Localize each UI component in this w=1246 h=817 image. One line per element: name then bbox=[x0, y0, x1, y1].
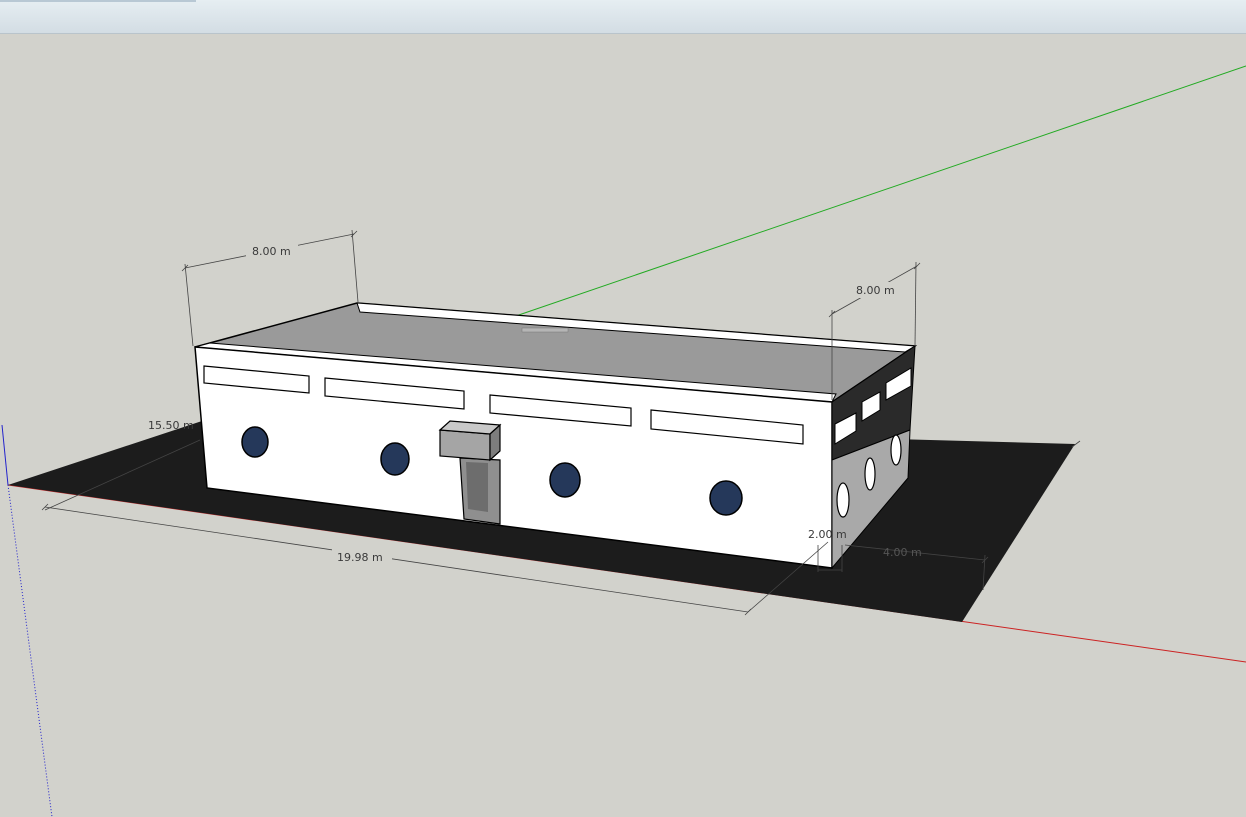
model-viewport[interactable]: 8.00 m 8.00 m 15.50 m 19.98 m 2.00 m 4.0… bbox=[0, 0, 1246, 817]
side-round-window-1[interactable] bbox=[836, 482, 850, 518]
side-round-window-2[interactable] bbox=[864, 457, 876, 491]
dimension-label-top-left: 8.00 m bbox=[252, 245, 291, 258]
dimension-label-side-offset: 4.00 m bbox=[883, 546, 922, 559]
round-window-1[interactable] bbox=[241, 426, 269, 458]
round-window-3[interactable] bbox=[549, 462, 581, 498]
dimension-label-front-length: 19.98 m bbox=[337, 551, 383, 564]
round-window-2[interactable] bbox=[380, 442, 410, 476]
dimension-label-left-depth: 15.50 m bbox=[148, 419, 194, 432]
side-round-window-3[interactable] bbox=[890, 434, 902, 466]
entrance-inner bbox=[466, 462, 488, 512]
entrance-canopy-front[interactable] bbox=[439, 429, 491, 461]
round-window-4[interactable] bbox=[709, 480, 743, 516]
dimension-label-setback: 2.00 m bbox=[808, 528, 847, 541]
roof-hatch bbox=[521, 327, 569, 333]
blue-axis-dotted bbox=[7, 484, 53, 817]
blue-axis bbox=[1, 424, 9, 486]
dimension-label-top-right: 8.00 m bbox=[856, 284, 895, 297]
green-axis bbox=[509, 65, 1246, 319]
